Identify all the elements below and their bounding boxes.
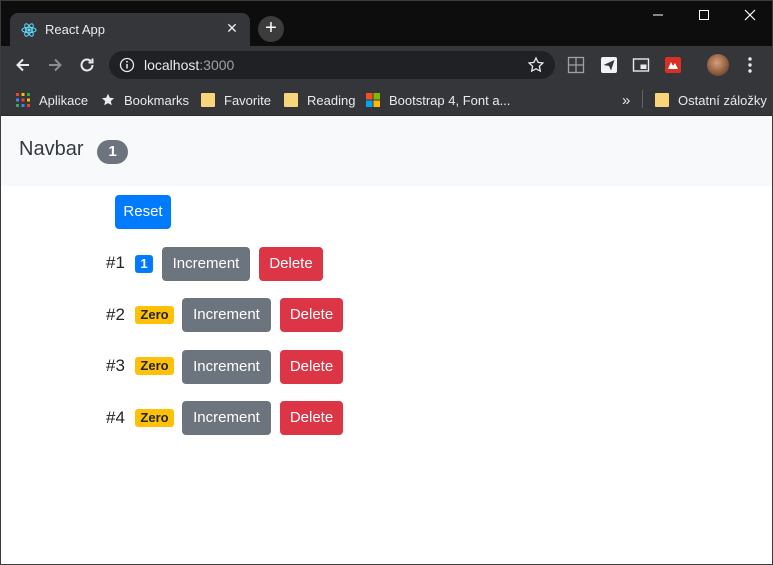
increment-button[interactable]: Increment [182,350,271,384]
tab-react-app[interactable]: React App ✕ [10,13,250,46]
minimize-button[interactable] [635,0,681,30]
counter-label: #4 [106,408,125,427]
bookmark-bootstrap[interactable]: Bootstrap 4, Font a... [366,90,510,110]
url-text: localhost:3000 [144,57,234,73]
bookmarks-separator [642,90,643,108]
tab-strip: React App ✕ + [0,0,773,46]
grid-extension-icon[interactable] [567,56,585,74]
more-menu-icon[interactable] [744,56,756,74]
red-extension-icon[interactable] [664,56,682,74]
browser-toolbar: localhost:3000 [0,46,773,84]
bookmark-label: Bookmarks [124,92,190,108]
counter-label: #3 [106,356,125,375]
folder-icon [201,93,215,107]
count-badge: 1 [135,255,153,273]
increment-button[interactable]: Increment [162,247,250,281]
bookmark-aplikace[interactable]: Aplikace [16,90,88,110]
folder-icon [284,93,298,107]
count-badge: Zero [135,306,174,324]
maximize-button[interactable] [681,0,727,30]
delete-button[interactable]: Delete [259,247,323,281]
picture-in-picture-icon[interactable] [632,56,650,74]
star-icon [101,93,115,106]
new-tab-button[interactable]: + [258,16,284,42]
windows-logo-icon [366,93,380,107]
profile-avatar[interactable] [707,54,729,76]
total-count-badge: 1 [97,140,128,164]
reload-icon [80,58,94,72]
bookmarks-overflow-button[interactable]: » [622,90,630,110]
bookmark-label: Ostatní záložky [678,92,767,108]
bookmark-label: Aplikace [39,92,89,108]
navbar: Navbar 1 [1,116,772,186]
browser-chrome: React App ✕ + localhost:3000 Aplikace Bo… [0,0,773,116]
tab-title: React App [45,22,105,37]
info-icon[interactable] [119,57,135,73]
counter-label: #2 [106,305,125,324]
maximize-icon [699,10,709,20]
apps-grid-icon [16,93,30,107]
react-logo-icon [21,23,37,37]
arrow-right-icon [49,58,62,72]
count-badge: Zero [135,409,174,427]
delete-button[interactable]: Delete [280,298,343,332]
count-badge: Zero [135,357,174,375]
bookmark-label: Reading [307,92,356,108]
folder-icon [655,93,669,107]
bookmark-reading[interactable]: Reading [284,90,355,110]
overflow-chevron-icon: » [622,91,631,109]
bookmark-star-icon[interactable] [527,56,545,74]
address-bar[interactable]: localhost:3000 [109,51,555,79]
bookmark-label: Bootstrap 4, Font a... [389,92,511,108]
back-button[interactable] [13,55,33,75]
navbar-brand[interactable]: Navbar [19,138,83,161]
increment-button[interactable]: Increment [182,298,271,332]
minimize-icon [653,14,663,16]
counter-label: #1 [106,253,125,272]
tab-close-icon[interactable]: ✕ [224,20,240,36]
send-extension-icon[interactable] [600,56,618,74]
bookmarks-bar: Aplikace Bookmarks Favorite Reading Boot… [0,84,773,116]
forward-button[interactable] [45,55,65,75]
delete-button[interactable]: Delete [280,401,343,435]
arrow-left-icon [16,58,29,72]
url-host: localhost [144,57,200,73]
bookmark-bookmarks[interactable]: Bookmarks [101,90,189,110]
increment-button[interactable]: Increment [182,401,271,435]
bookmark-favorite[interactable]: Favorite [201,90,271,110]
bookmark-label: Favorite [224,92,271,108]
close-window-button[interactable] [727,0,773,30]
reload-button[interactable] [77,55,97,75]
other-bookmarks-folder[interactable]: Ostatní záložky [655,90,767,110]
url-port: :3000 [199,57,235,73]
delete-button[interactable]: Delete [280,350,343,384]
close-icon [744,9,756,21]
reset-button[interactable]: Reset [115,195,171,229]
